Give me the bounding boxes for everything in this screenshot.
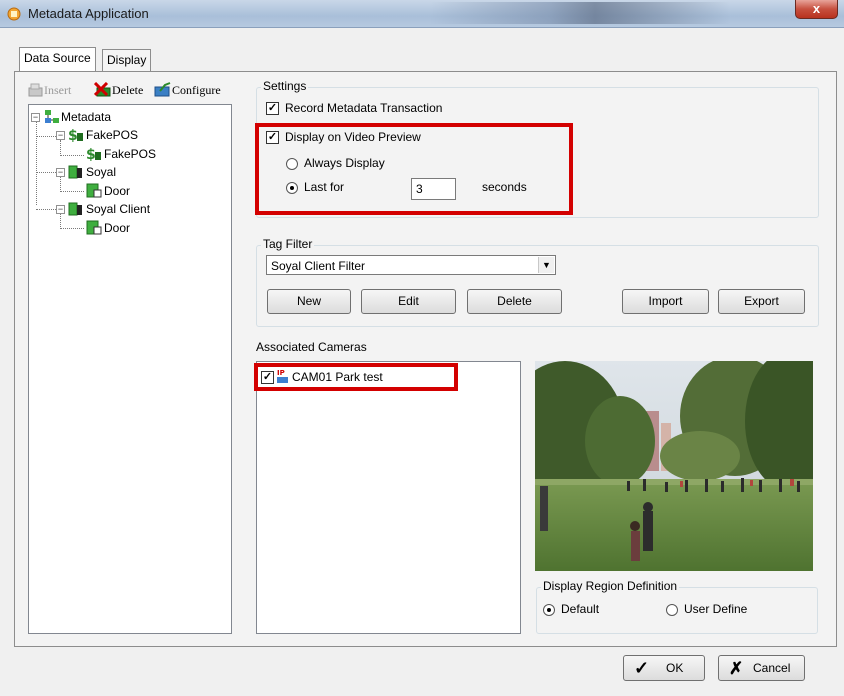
associated-cameras-label: Associated Cameras: [256, 340, 367, 354]
svg-text:$: $: [68, 128, 78, 142]
expander-fakepos[interactable]: −: [56, 131, 65, 140]
ok-label: OK: [666, 661, 684, 675]
title-bar-glow: [430, 2, 730, 24]
tree-connector: [60, 140, 61, 156]
user-define-radio[interactable]: [666, 604, 678, 616]
tree-connector: [36, 121, 37, 205]
door-icon: [86, 183, 102, 198]
tag-filter-selected: Soyal Client Filter: [271, 259, 366, 273]
tree-item-soyal[interactable]: Soyal: [86, 165, 116, 179]
tab-display[interactable]: Display: [102, 49, 152, 71]
edit-button[interactable]: Edit: [361, 289, 456, 314]
tree-connector: [36, 172, 56, 173]
tree-connector: [60, 155, 84, 156]
record-transaction-label: Record Metadata Transaction: [285, 101, 443, 115]
video-preview-image: [535, 361, 813, 571]
window-title: Metadata Application: [28, 6, 149, 21]
tree-item-fakepos[interactable]: FakePOS: [86, 128, 138, 142]
default-region-radio[interactable]: [543, 604, 555, 616]
highlight-box-camera: [254, 363, 458, 391]
access-control-icon: [68, 202, 82, 216]
door-icon: [86, 220, 102, 235]
export-button[interactable]: Export: [718, 289, 805, 314]
pos-icon: $: [68, 128, 83, 142]
delete-icon: [94, 82, 111, 97]
camera-list[interactable]: [256, 361, 521, 634]
cancel-label: Cancel: [753, 661, 791, 675]
tree-connector: [60, 213, 61, 229]
tree-connector: [60, 176, 61, 192]
import-button[interactable]: Import: [622, 289, 709, 314]
configure-button[interactable]: Configure: [172, 83, 221, 98]
tree-connector: [36, 136, 56, 137]
insert-button[interactable]: Insert: [44, 83, 71, 98]
tree-item-metadata[interactable]: Metadata: [61, 110, 111, 124]
tab-data-source[interactable]: Data Source: [19, 47, 96, 71]
delete-button[interactable]: Delete: [112, 83, 143, 98]
expander-soyal[interactable]: −: [56, 168, 65, 177]
tag-filter-select[interactable]: Soyal Client Filter ▼: [266, 255, 556, 275]
cancel-button[interactable]: ✗ Cancel: [718, 655, 805, 681]
tree-connector: [60, 191, 84, 192]
new-button[interactable]: New: [267, 289, 351, 314]
user-define-label: User Define: [684, 602, 748, 616]
expander-soyal-client[interactable]: −: [56, 205, 65, 214]
pos-icon: $: [86, 147, 101, 161]
delete-filter-button[interactable]: Delete: [467, 289, 562, 314]
cancel-x-icon: ✗: [729, 659, 744, 678]
svg-text:$: $: [86, 147, 96, 161]
record-transaction-checkbox[interactable]: ✓: [266, 102, 279, 115]
tree-item-soyal-door[interactable]: Door: [104, 184, 130, 198]
default-region-label: Default: [561, 602, 600, 616]
ok-button[interactable]: ✓ OK: [623, 655, 705, 681]
region-group-title: Display Region Definition: [541, 579, 680, 593]
tree-connector: [60, 228, 84, 229]
preview-scene: [535, 361, 813, 571]
close-button[interactable]: x: [795, 0, 838, 19]
tree-item-fakepos-child[interactable]: FakePOS: [104, 147, 156, 161]
tree-connector: [36, 209, 56, 210]
tree-toolbar: Insert Delete Configure: [28, 82, 238, 100]
insert-icon: [28, 83, 43, 97]
metadata-icon: [45, 110, 59, 123]
expander-metadata[interactable]: −: [31, 113, 40, 122]
tree-item-soyal-client-door[interactable]: Door: [104, 221, 130, 235]
app-icon: [7, 7, 21, 21]
checkmark-icon: ✓: [634, 658, 650, 678]
settings-group-title: Settings: [261, 79, 309, 93]
dropdown-arrow-icon: ▼: [538, 257, 554, 273]
tree-item-soyal-client[interactable]: Soyal Client: [86, 202, 150, 216]
highlight-box-display-preview: [255, 123, 573, 215]
title-bar: Metadata Application x: [0, 0, 844, 28]
access-control-icon: [68, 165, 82, 179]
tag-filter-group-title: Tag Filter: [261, 237, 315, 251]
configure-icon: [154, 82, 171, 97]
